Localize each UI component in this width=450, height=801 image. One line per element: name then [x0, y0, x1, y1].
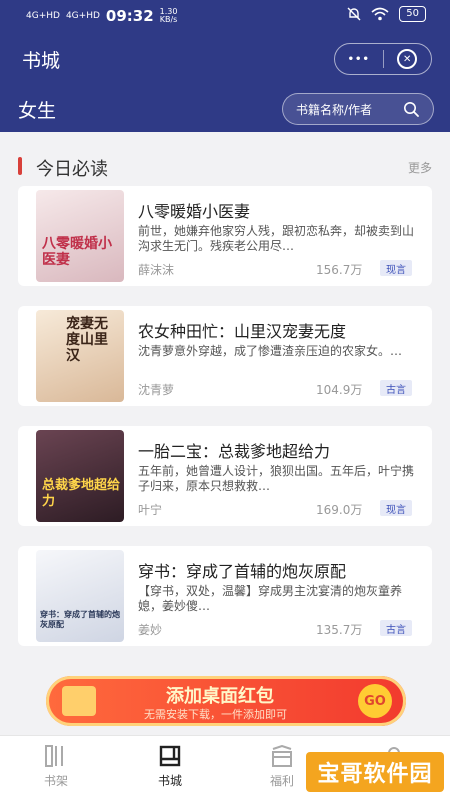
book-author: 沈青萝: [138, 383, 175, 397]
cover-title: 宠妻无度山里汉: [66, 316, 108, 364]
book-cover: 总裁爹地超给力: [36, 430, 124, 522]
tab-bookshelf[interactable]: 书架: [26, 744, 86, 789]
book-title: 一胎二宝：总裁爹地超给力: [138, 442, 331, 461]
book-description: 【穿书，双处，温馨】穿成男主沈宴清的炮灰童养媳，姜妙傻…: [138, 584, 403, 613]
tab-bookstore[interactable]: 书城: [140, 744, 200, 789]
close-button[interactable]: ✕: [384, 44, 432, 74]
go-button[interactable]: GO: [358, 684, 392, 718]
book-title: 穿书：穿成了首辅的炮灰原配: [138, 562, 347, 581]
miniapp-capsule: ••• ✕: [334, 43, 432, 75]
book-readers: 135.7万: [316, 623, 363, 637]
tab-label: 书架: [43, 774, 68, 788]
genre-tag: 现言: [380, 500, 412, 516]
banner-title: 添加桌面红包: [166, 686, 274, 707]
bookshelf-icon: [26, 744, 86, 768]
page-title: 书城: [22, 50, 61, 72]
gift-box-icon: [62, 686, 96, 716]
network-speed: 1.30 KB/s: [159, 7, 178, 24]
search-placeholder: 书籍名称/作者: [296, 102, 373, 117]
book-card[interactable]: 穿书：穿成了首辅的炮灰原配 穿书：穿成了首辅的炮灰原配 【穿书，双处，温馨】穿成…: [18, 546, 432, 646]
book-cover: 穿书：穿成了首辅的炮灰原配: [36, 550, 124, 642]
book-card[interactable]: 八零暖婚小医妻 八零暖婚小医妻 前世，她嫌弃他家穷人残，跟初恋私奔，却被卖到山沟…: [18, 186, 432, 286]
close-icon: ✕: [397, 49, 418, 69]
book-cover: 八零暖婚小医妻: [36, 190, 124, 282]
genre-tag: 古言: [380, 380, 412, 396]
section-accent-bar: [18, 157, 22, 175]
genre-tag: 古言: [380, 620, 412, 636]
tab-welfare[interactable]: 福利: [252, 744, 312, 789]
signal-2: 4G+HD: [65, 10, 100, 21]
clock: 09:32: [105, 7, 154, 25]
search-icon: [404, 102, 419, 117]
signal-1: 4G+HD: [26, 10, 60, 21]
more-link[interactable]: 更多: [408, 159, 432, 176]
book-description: 沈青萝意外穿越，成了惨遭渣亲压迫的农家女。…: [138, 344, 403, 358]
mute-bell-icon: [347, 7, 361, 21]
status-bar: 4G+HD 4G+HD 09:32 1.30 KB/s 50: [0, 0, 450, 30]
section-header: 今日必读 更多: [18, 155, 432, 180]
tab-label: 书城: [157, 774, 182, 788]
bookstore-icon: [140, 744, 200, 768]
book-description: 五年前，她曾遭人设计，狼狈出国。五年后，叶宁携子归来，原本只想救救…: [138, 464, 415, 493]
book-readers: 169.0万: [316, 503, 363, 517]
cover-title: 穿书：穿成了首辅的炮灰原配: [40, 610, 120, 629]
book-title: 农女种田忙：山里汉宠妻无度: [138, 322, 347, 341]
book-title: 八零暖婚小医妻: [138, 202, 251, 221]
more-menu-button[interactable]: •••: [335, 44, 383, 74]
banner-subtitle: 无需安装下载，一件添加即可: [144, 708, 287, 721]
book-author: 薛沫沫: [138, 263, 175, 277]
site-watermark: 宝哥软件园: [306, 752, 444, 792]
header: 书城 ••• ✕ 女生 书籍名称/作者: [0, 30, 450, 132]
book-readers: 156.7万: [316, 263, 363, 277]
search-box[interactable]: 书籍名称/作者: [282, 93, 434, 125]
book-description: 前世，她嫌弃他家穷人残，跟初恋私奔，却被卖到山沟求生无门。残疾老公用尽…: [138, 224, 415, 253]
book-author: 姜妙: [138, 623, 163, 637]
cover-title: 八零暖婚小医妻: [42, 236, 112, 268]
channel-switch[interactable]: 女生: [18, 96, 56, 123]
gift-icon: [252, 744, 312, 768]
book-card[interactable]: 宠妻无度山里汉 农女种田忙：山里汉宠妻无度 沈青萝意外穿越，成了惨遭渣亲压迫的农…: [18, 306, 432, 406]
genre-tag: 现言: [380, 260, 412, 276]
wifi-icon: [371, 7, 389, 21]
book-card[interactable]: 总裁爹地超给力 一胎二宝：总裁爹地超给力 五年前，她曾遭人设计，狼狈出国。五年后…: [18, 426, 432, 526]
book-readers: 104.9万: [316, 383, 363, 397]
add-to-desktop-banner[interactable]: 添加桌面红包 无需安装下载，一件添加即可 GO: [46, 676, 406, 726]
battery-indicator: 50: [399, 6, 426, 22]
book-author: 叶宁: [138, 503, 163, 517]
tab-label: 福利: [269, 774, 294, 788]
more-dots-icon: •••: [347, 53, 370, 65]
section-title: 今日必读: [36, 159, 108, 180]
book-cover: 宠妻无度山里汉: [36, 310, 124, 402]
cover-title: 总裁爹地超给力: [42, 478, 121, 509]
